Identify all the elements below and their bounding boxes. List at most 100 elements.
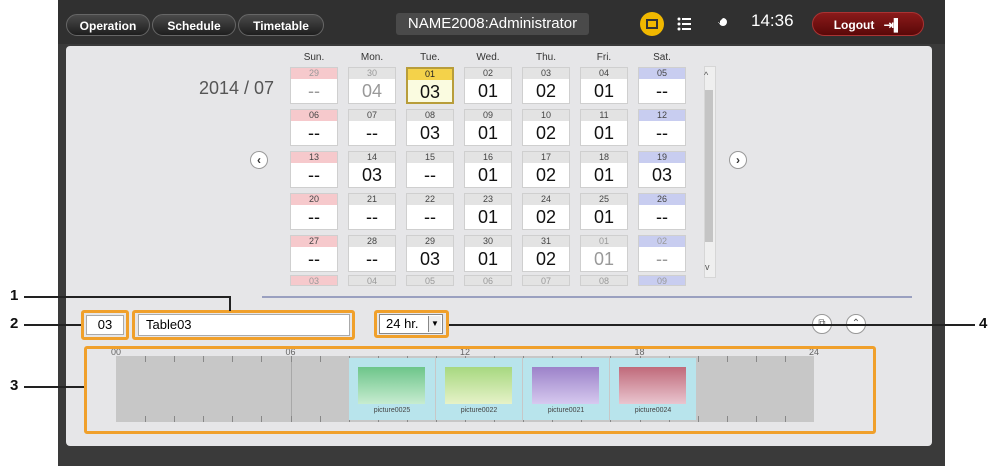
calendar-day-cell[interactable]: 05 --	[638, 67, 686, 104]
user-label: NAME2008:Administrator	[396, 13, 589, 35]
calendar-day-cell[interactable]: 31 02	[522, 235, 570, 272]
calendar-date: 07	[523, 276, 569, 285]
calendar-day-cell[interactable]: 30 01	[464, 235, 512, 272]
calendar-timetable-number: 02	[535, 123, 557, 143]
calendar-date: 24	[523, 194, 569, 205]
calendar-day-cell[interactable]: 07 --	[348, 109, 396, 146]
calendar-day-cell[interactable]: 28 --	[348, 235, 396, 272]
calendar-day-cell[interactable]: 15 --	[406, 151, 454, 188]
calendar-day-cell[interactable]: 04	[348, 275, 396, 286]
calendar-day-cell[interactable]: 27 --	[290, 235, 338, 272]
logout-icon: ⇥▌	[883, 18, 903, 32]
tab-operation[interactable]: Operation	[66, 14, 150, 36]
calendar-date: 26	[639, 194, 685, 205]
calendar-day-cell[interactable]: 21 --	[348, 193, 396, 230]
calendar-date: 01	[408, 69, 452, 80]
callout-line-1	[24, 296, 230, 298]
calendar-day-cell[interactable]: 05	[406, 275, 454, 286]
calendar-date: 15	[407, 152, 453, 163]
calendar-day-cell[interactable]: 10 02	[522, 109, 570, 146]
calendar-day-cell[interactable]: 01 01	[580, 235, 628, 272]
calendar-timetable-number: --	[366, 207, 378, 227]
calendar-day-cell[interactable]: 22 --	[406, 193, 454, 230]
calendar-day-cell[interactable]: 11 01	[580, 109, 628, 146]
tab-schedule[interactable]: Schedule	[152, 14, 236, 36]
calendar-day-cell[interactable]: 06	[464, 275, 512, 286]
highlight-box-name	[132, 310, 355, 340]
prev-month-button[interactable]: ‹	[250, 151, 268, 169]
calendar-day-cell[interactable]: 29 --	[290, 67, 338, 104]
calendar-day-cell[interactable]: 09	[638, 275, 686, 286]
calendar-date: 23	[465, 194, 511, 205]
calendar-date: 28	[349, 236, 395, 247]
calendar-day-cell[interactable]: 17 02	[522, 151, 570, 188]
calendar-date: 06	[465, 276, 511, 285]
callout-line-1b	[229, 296, 231, 311]
day-header: Sat.	[653, 52, 671, 63]
wrench-icon[interactable]	[705, 12, 729, 36]
calendar-timetable-number: 02	[535, 249, 557, 269]
clock: 14:36	[751, 11, 794, 30]
calendar-date: 21	[349, 194, 395, 205]
calendar-timetable-number: --	[308, 249, 320, 269]
logout-button[interactable]: Logout ⇥▌	[812, 12, 924, 36]
calendar-day-cell[interactable]: 23 01	[464, 193, 512, 230]
calendar-timetable-number: 02	[535, 165, 557, 185]
calendar-timetable-number: 02	[535, 207, 557, 227]
calendar-date: 14	[349, 152, 395, 163]
calendar-day-cell[interactable]: 09 01	[464, 109, 512, 146]
next-month-button[interactable]: ›	[729, 151, 747, 169]
callout-2: 2	[10, 315, 19, 332]
calendar-day-cell[interactable]: 29 03	[406, 235, 454, 272]
calendar-day-cell[interactable]: 01 03	[406, 67, 454, 104]
calendar-day-cell[interactable]: 03 02	[522, 67, 570, 104]
calendar-day-cell[interactable]: 25 01	[580, 193, 628, 230]
calendar-day-cell[interactable]: 04 01	[580, 67, 628, 104]
calendar-day-cell[interactable]: 13 --	[290, 151, 338, 188]
calendar-date: 11	[581, 110, 627, 121]
tab-timetable[interactable]: Timetable	[238, 14, 324, 36]
calendar-date: 29	[407, 236, 453, 247]
calendar-timetable-number: --	[656, 81, 668, 101]
day-header: Wed.	[476, 52, 500, 63]
calendar-date: 30	[465, 236, 511, 247]
calendar-date: 20	[291, 194, 337, 205]
scrollbar-thumb[interactable]	[705, 90, 713, 242]
calendar-day-cell[interactable]: 03	[290, 275, 338, 286]
scroll-down-icon[interactable]: v	[705, 262, 710, 272]
calendar-date: 31	[523, 236, 569, 247]
calendar-day-cell[interactable]: 07	[522, 275, 570, 286]
calendar-day-cell[interactable]: 16 01	[464, 151, 512, 188]
calendar-date: 13	[291, 152, 337, 163]
calendar-day-cell[interactable]: 12 --	[638, 109, 686, 146]
callout-line-4	[449, 324, 975, 326]
scroll-up-icon[interactable]: ^	[704, 70, 708, 80]
calendar-timetable-number: 02	[535, 81, 557, 101]
calendar-timetable-number: --	[308, 123, 320, 143]
list-icon[interactable]	[672, 12, 696, 36]
calendar-day-cell[interactable]: 20 --	[290, 193, 338, 230]
calendar-date: 17	[523, 152, 569, 163]
calendar-day-cell[interactable]: 19 03	[638, 151, 686, 188]
calendar-date: 08	[581, 276, 627, 285]
calendar-date: 07	[349, 110, 395, 121]
calendar-date: 19	[639, 152, 685, 163]
calendar-day-cell[interactable]: 06 --	[290, 109, 338, 146]
calendar-day-cell[interactable]: 14 03	[348, 151, 396, 188]
calendar-day-cell[interactable]: 02 01	[464, 67, 512, 104]
calendar-date: 25	[581, 194, 627, 205]
calendar-date: 09	[639, 276, 685, 285]
calendar-day-cell[interactable]: 08	[580, 275, 628, 286]
calendar-day-cell[interactable]: 30 04	[348, 67, 396, 104]
calendar-day-cell[interactable]: 18 01	[580, 151, 628, 188]
calendar-day-cell[interactable]: 24 02	[522, 193, 570, 230]
calendar-day-cell[interactable]: 26 --	[638, 193, 686, 230]
calendar-day-cell[interactable]: 02 --	[638, 235, 686, 272]
calendar-timetable-number: 01	[593, 249, 615, 269]
schedule-folder-icon[interactable]	[640, 12, 664, 36]
calendar-timetable-number: 01	[477, 249, 499, 269]
calendar-day-cell[interactable]: 08 03	[406, 109, 454, 146]
callout-3: 3	[10, 377, 19, 394]
callout-line-3	[24, 386, 84, 388]
calendar-timetable-number: 03	[651, 165, 673, 185]
